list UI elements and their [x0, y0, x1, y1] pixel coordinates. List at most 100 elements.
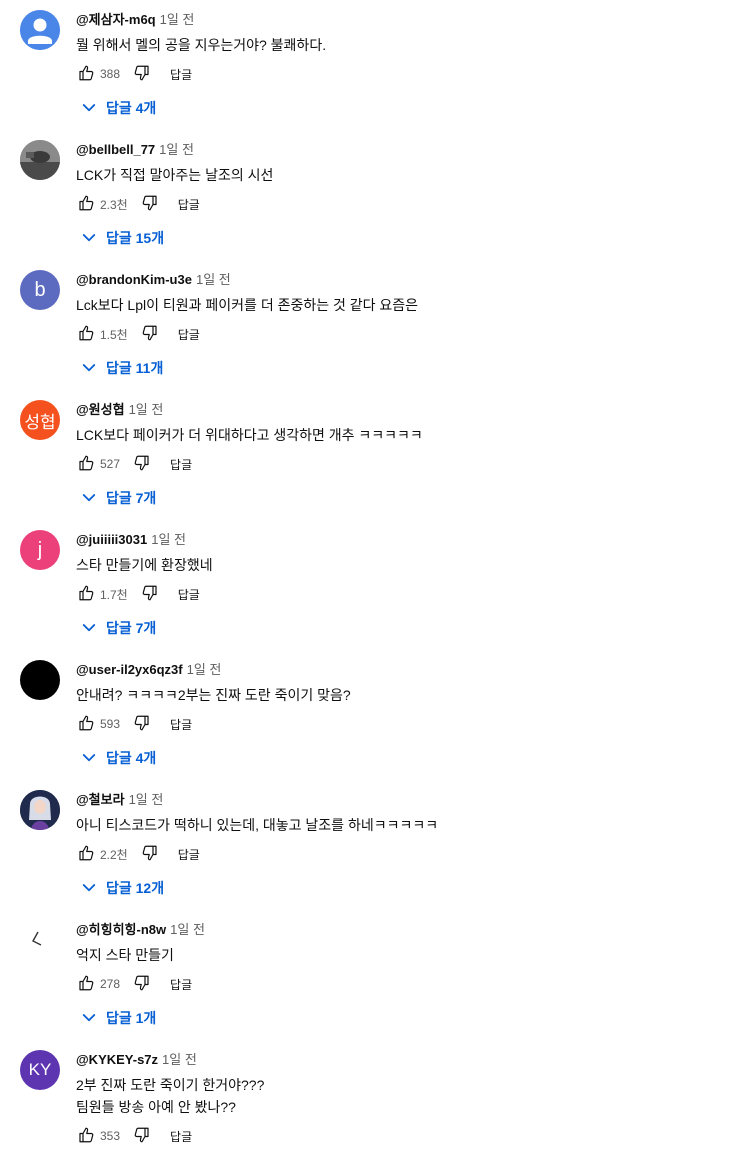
chevron-down-icon [80, 1009, 98, 1027]
author-name[interactable]: @user-il2yx6qz3f [76, 662, 183, 677]
dislike-button[interactable] [140, 844, 160, 864]
like-button[interactable] [76, 1126, 96, 1146]
reply-button[interactable]: 답글 [170, 976, 192, 993]
comment-text: Lck보다 Lpl이 티원과 페이커를 더 존중하는 것 같다 요즘은 [76, 294, 418, 316]
comment-time[interactable]: 1일 전 [170, 922, 205, 937]
comment-item: @히힝히힝-n8w 1일 전 억지 스타 만들기 278 답글 답글 1개 [0, 910, 751, 1040]
thumbs-down-icon [141, 324, 159, 345]
thumbs-down-icon [133, 64, 151, 85]
thumbs-up-icon [77, 844, 95, 865]
comment-text-line: LCK보다 페이커가 더 위대하다고 생각하면 개추 ㅋㅋㅋㅋㅋ [76, 427, 423, 443]
like-button[interactable] [76, 714, 96, 734]
thumbs-down-icon [141, 194, 159, 215]
view-replies-button[interactable]: 답글 11개 [80, 356, 163, 380]
author-name[interactable]: @제삼자-m6q [76, 12, 156, 27]
dislike-button[interactable] [140, 194, 160, 214]
dislike-button[interactable] [132, 714, 152, 734]
view-replies-button[interactable]: 답글 4개 [80, 96, 156, 120]
comment-text: LCK보다 페이커가 더 위대하다고 생각하면 개추 ㅋㅋㅋㅋㅋ [76, 424, 423, 446]
comment-header: @user-il2yx6qz3f 1일 전 [76, 662, 221, 678]
avatar[interactable] [20, 920, 60, 960]
like-count: 2.2천 [100, 847, 128, 862]
reply-button[interactable]: 답글 [178, 586, 200, 603]
avatar[interactable] [20, 140, 60, 180]
comment-time[interactable]: 1일 전 [187, 662, 222, 677]
view-replies-button[interactable]: 답글 15개 [80, 226, 164, 250]
dislike-button[interactable] [140, 584, 160, 604]
author-name[interactable]: @원성협 [76, 402, 125, 417]
like-button[interactable] [76, 454, 96, 474]
like-button[interactable] [76, 324, 96, 344]
view-replies-button[interactable]: 답글 12개 [80, 876, 164, 900]
dislike-button[interactable] [132, 64, 152, 84]
comment-header: @철보라 1일 전 [76, 792, 163, 808]
comment-actions: 388 답글 [76, 62, 192, 86]
comment-actions: 278 답글 [76, 972, 192, 996]
like-count: 1.7천 [100, 587, 128, 602]
comment-header: @히힝히힝-n8w 1일 전 [76, 922, 205, 938]
view-replies-button[interactable]: 답글 4개 [80, 746, 156, 770]
comment-actions: 1.5천 답글 [76, 322, 200, 346]
reply-button[interactable]: 답글 [170, 1128, 192, 1145]
author-name[interactable]: @bellbell_77 [76, 142, 155, 157]
comment-item: KY @KYKEY-s7z 1일 전 2부 진짜 도란 죽이기 한거야??? 팀원들 방… [0, 1040, 751, 1170]
avatar[interactable] [20, 790, 60, 830]
comment-time[interactable]: 1일 전 [160, 12, 195, 27]
like-count: 353 [100, 1129, 121, 1143]
comment-actions: 2.2천 답글 [76, 842, 200, 866]
author-name[interactable]: @juiiiii3031 [76, 532, 147, 547]
comment-text-line: Lck보다 Lpl이 티원과 페이커를 더 존중하는 것 같다 요즘은 [76, 297, 419, 313]
avatar-initials: 성협 [24, 412, 56, 432]
chevron-down-icon [80, 879, 98, 897]
thumbs-down-icon [141, 584, 159, 605]
view-replies-button[interactable]: 답글 7개 [80, 616, 156, 640]
avatar[interactable]: KY [20, 1050, 60, 1090]
reply-button[interactable]: 답글 [178, 326, 200, 343]
like-button[interactable] [76, 64, 96, 84]
reply-button[interactable]: 답글 [170, 716, 192, 733]
chevron-down-icon [80, 489, 98, 507]
like-button[interactable] [76, 974, 96, 994]
author-name[interactable]: @철보라 [76, 792, 125, 807]
comment-text: 뭘 위해서 멜의 공을 지우는거야? 불쾌하다. [76, 34, 326, 56]
comment-header: @bellbell_77 1일 전 [76, 142, 194, 158]
like-button[interactable] [76, 584, 96, 604]
dislike-button[interactable] [132, 1126, 152, 1146]
like-button[interactable] [76, 194, 96, 214]
avatar-initials: KY [28, 1060, 52, 1079]
comment-item: @user-il2yx6qz3f 1일 전 안내려? ㅋㅋㅋㅋ2부는 진짜 도란 죽… [0, 650, 751, 780]
avatar[interactable]: b [20, 270, 60, 310]
avatar[interactable] [20, 660, 60, 700]
view-replies-button[interactable]: 답글 7개 [80, 486, 156, 510]
dislike-button[interactable] [140, 324, 160, 344]
comment-time[interactable]: 1일 전 [159, 142, 194, 157]
dislike-button[interactable] [132, 454, 152, 474]
reply-button[interactable]: 답글 [170, 456, 192, 473]
comment-text: LCK가 직접 말아주는 날조의 시선 [76, 164, 273, 186]
reply-button[interactable]: 답글 [170, 66, 192, 83]
replies-count-label: 답글 7개 [106, 620, 157, 636]
comment-time[interactable]: 1일 전 [129, 402, 164, 417]
author-name[interactable]: @brandonKim-u3e [76, 272, 192, 287]
avatar[interactable]: j [20, 530, 60, 570]
thumbs-down-icon [133, 1126, 151, 1147]
comment-time[interactable]: 1일 전 [129, 792, 164, 807]
avatar[interactable] [20, 10, 60, 50]
replies-count-label: 답글 12개 [106, 880, 165, 896]
comment-time[interactable]: 1일 전 [151, 532, 186, 547]
author-name[interactable]: @KYKEY-s7z [76, 1052, 158, 1067]
comment-text: 스타 만들기에 환장했네 [76, 554, 213, 576]
author-name[interactable]: @히힝히힝-n8w [76, 922, 166, 937]
dislike-button[interactable] [132, 974, 152, 994]
comment-item: @제삼자-m6q 1일 전뭘 위해서 멜의 공을 지우는거야? 불쾌하다. 388 답… [0, 0, 751, 130]
reply-button[interactable]: 답글 [178, 196, 200, 213]
avatar[interactable]: 성협 [20, 400, 60, 440]
replies-count-label: 답글 4개 [106, 100, 157, 116]
comment-time[interactable]: 1일 전 [162, 1052, 197, 1067]
comment-time[interactable]: 1일 전 [196, 272, 231, 287]
comment-actions: 593 답글 [76, 712, 192, 736]
like-count: 593 [100, 717, 121, 731]
view-replies-button[interactable]: 답글 1개 [80, 1006, 156, 1030]
like-button[interactable] [76, 844, 96, 864]
reply-button[interactable]: 답글 [178, 846, 200, 863]
